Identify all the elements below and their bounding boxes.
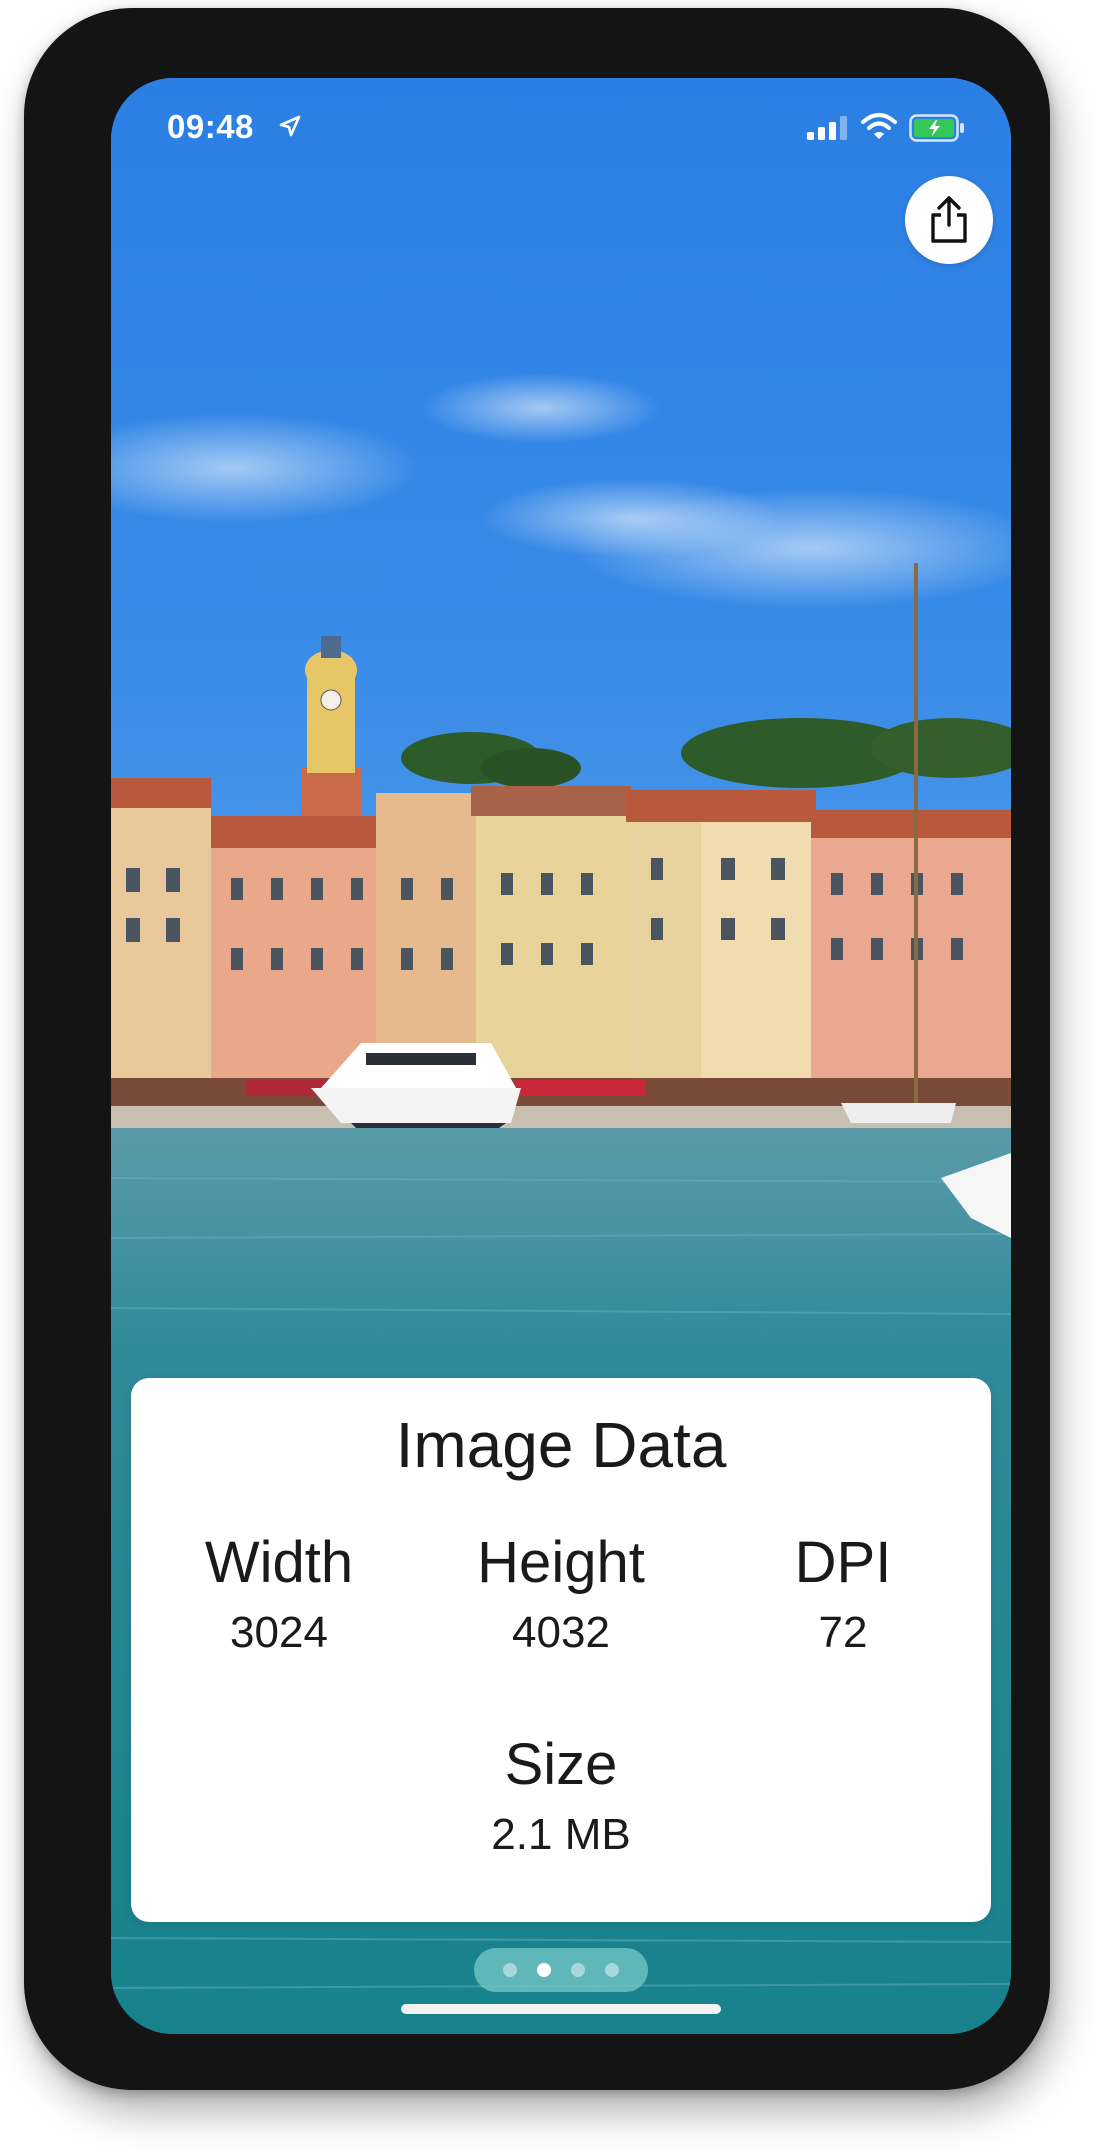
size-label: Size <box>504 1732 618 1797</box>
width-label: Width <box>204 1530 354 1595</box>
dpi-stat: DPI 72 <box>703 1528 983 1662</box>
page-dot-1[interactable] <box>503 1963 517 1977</box>
size-stat: Size 2.1 MB <box>421 1730 701 1864</box>
height-stat: Height 4032 <box>421 1528 701 1662</box>
battery-charging-icon <box>909 114 964 142</box>
image-data-card: Image Data Width 3024 Height 4032 DPI 72… <box>131 1378 991 1922</box>
home-indicator[interactable] <box>401 2004 721 2014</box>
width-stat: Width 3024 <box>139 1528 419 1662</box>
card-title: Image Data <box>395 1409 727 1481</box>
page-indicator[interactable] <box>474 1948 648 1992</box>
cellular-signal-icon <box>807 116 847 140</box>
dpi-label: DPI <box>794 1530 892 1595</box>
stage: 09:48 Image Data Width 3024 Height 4032 … <box>0 0 1096 2152</box>
status-time: 09:48 <box>167 108 254 145</box>
location-arrow-icon <box>279 115 301 137</box>
page-dot-4[interactable] <box>605 1963 619 1977</box>
page-dot-2[interactable] <box>537 1963 551 1977</box>
share-button[interactable] <box>905 176 993 264</box>
page-dot-3[interactable] <box>571 1963 585 1977</box>
status-bar: 09:48 <box>111 78 1011 178</box>
share-icon <box>931 196 967 243</box>
dpi-value: 72 <box>818 1608 868 1657</box>
width-value: 3024 <box>230 1608 328 1657</box>
height-label: Height <box>477 1530 645 1595</box>
wifi-icon <box>861 113 897 139</box>
phone-screen: 09:48 Image Data Width 3024 Height 4032 … <box>111 78 1011 2034</box>
phone-frame: 09:48 Image Data Width 3024 Height 4032 … <box>24 8 1050 2090</box>
size-value: 2.1 MB <box>491 1810 631 1859</box>
height-value: 4032 <box>512 1608 610 1657</box>
